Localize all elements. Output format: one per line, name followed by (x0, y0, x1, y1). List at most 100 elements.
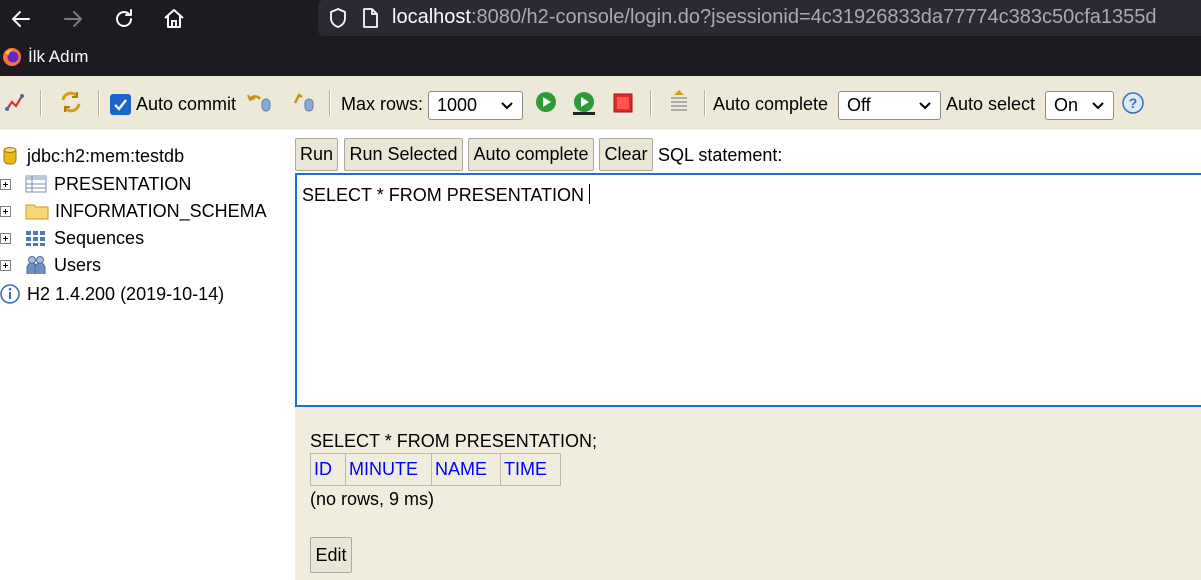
tree-item-label: Users (54, 254, 102, 275)
auto-complete-button[interactable]: Auto complete (468, 138, 594, 171)
tree-item-sequences[interactable]: Sequences (0, 225, 144, 251)
expand-icon[interactable] (0, 178, 11, 190)
sql-statement-label: SQL statement: (658, 145, 783, 165)
url-bar[interactable]: localhost:8080/h2-console/login.do?jsess… (318, 0, 1201, 36)
result-statement: SELECT * FROM PRESENTATION; (310, 431, 598, 451)
info-icon (0, 284, 20, 304)
refresh-icon (61, 91, 81, 113)
browser-navbar: localhost:8080/h2-console/login.do?jsess… (0, 0, 1201, 38)
run-selected-icon (573, 92, 595, 115)
refresh-button[interactable] (59, 90, 83, 114)
connection-label: jdbc:h2:mem:testdb (27, 145, 185, 166)
commit-icon (293, 93, 314, 112)
url-host: localhost (392, 6, 471, 28)
chevron-down-icon (501, 102, 513, 110)
back-button[interactable] (4, 2, 38, 36)
max-rows-label: Max rows: (341, 94, 424, 114)
expand-icon[interactable] (0, 259, 11, 271)
auto-select-select[interactable]: On (1045, 91, 1114, 120)
run-selected-query-button[interactable]: Run Selected (344, 138, 463, 171)
max-rows-value: 1000 (437, 95, 478, 115)
sequences-icon (26, 231, 45, 246)
toolbar-separator (40, 90, 42, 116)
help-button[interactable]: ? (1122, 92, 1144, 114)
object-tree: jdbc:h2:mem:testdb PRESENTATION INFORMAT… (0, 130, 295, 580)
tree-item-label: Sequences (54, 227, 145, 248)
auto-commit-label: Auto commit (136, 94, 237, 114)
auto-commit-toggle[interactable]: Auto commit (110, 94, 236, 115)
tree-connection[interactable]: jdbc:h2:mem:testdb (3, 143, 184, 169)
tree-item-users[interactable]: Users (0, 252, 101, 278)
edit-button[interactable]: Edit (310, 537, 352, 573)
commit-button[interactable] (292, 91, 318, 113)
sql-query-text: SELECT * FROM PRESENTATION (302, 185, 585, 205)
max-rows-group: Max rows: (341, 94, 423, 115)
tree-item-information-schema[interactable]: INFORMATION_SCHEMA (0, 198, 267, 224)
column-header-minute[interactable]: MINUTE (345, 453, 432, 486)
auto-commit-checkbox[interactable] (110, 94, 131, 115)
disconnect-button[interactable] (4, 91, 26, 113)
folder-icon (25, 204, 49, 220)
rollback-icon (247, 94, 271, 112)
reload-button[interactable] (107, 2, 141, 36)
table-icon (25, 175, 47, 193)
version-label: H2 1.4.200 (2019-10-14) (27, 283, 225, 304)
page-icon (363, 8, 378, 28)
query-toolbar: Run Run Selected Auto complete Clear SQL… (295, 130, 1201, 172)
tree-item-presentation[interactable]: PRESENTATION (0, 171, 191, 197)
history-button[interactable] (668, 88, 690, 116)
h2-toolbar: Auto commit Max rows: 1000 Auto complete… (0, 76, 1201, 130)
expand-icon[interactable] (0, 205, 11, 217)
sql-text: SELECT * FROM PRESENTATION (302, 184, 591, 206)
forward-button[interactable] (56, 2, 90, 36)
arrow-right-icon (64, 11, 82, 27)
clear-button[interactable]: Clear (599, 138, 653, 171)
stop-button[interactable] (613, 93, 633, 113)
column-header-name[interactable]: NAME (431, 453, 501, 486)
run-button[interactable] (535, 91, 557, 113)
users-icon (26, 256, 46, 274)
run-selected-button[interactable] (571, 90, 597, 116)
auto-select-label: Auto select (946, 94, 1036, 114)
expand-icon[interactable] (0, 232, 11, 244)
bookmark-ilk-adim[interactable]: İlk Adım (2, 47, 88, 67)
home-button[interactable] (157, 2, 191, 36)
auto-select-value: On (1054, 95, 1079, 115)
reload-icon (116, 9, 132, 27)
auto-complete-group: Auto complete (713, 94, 828, 115)
stop-icon (613, 93, 633, 113)
max-rows-select[interactable]: 1000 (428, 91, 523, 120)
database-icon (3, 147, 17, 165)
auto-select-group: Auto select (946, 94, 1035, 115)
rollback-button[interactable] (246, 91, 274, 113)
tree-version: H2 1.4.200 (2019-10-14) (0, 281, 224, 307)
result-panel: SELECT * FROM PRESENTATION; ID MINUTE NA… (295, 407, 1201, 580)
auto-complete-select[interactable]: Off (838, 91, 941, 120)
text-caret (589, 184, 591, 204)
help-icon: ? (1122, 92, 1144, 114)
checkmark-icon (114, 99, 127, 111)
tree-item-label: INFORMATION_SCHEMA (55, 200, 267, 221)
toolbar-separator (98, 90, 100, 116)
toolbar-separator (704, 90, 706, 116)
url-path: :8080/h2-console/login.do?jsessionid=4c3… (470, 6, 1157, 28)
result-header-row: ID MINUTE NAME TIME (310, 453, 561, 486)
shield-icon (330, 8, 346, 28)
tree-item-label: PRESENTATION (54, 173, 192, 194)
run-query-button[interactable]: Run (295, 138, 338, 171)
url-text[interactable]: localhost:8080/h2-console/login.do?jsess… (392, 6, 1157, 29)
result-meta: (no rows, 9 ms) (310, 489, 435, 509)
toolbar-separator (329, 90, 331, 116)
disconnect-icon (5, 94, 24, 111)
auto-complete-label: Auto complete (713, 94, 829, 114)
arrow-left-icon (12, 11, 30, 27)
toolbar-separator (650, 90, 652, 116)
column-header-time[interactable]: TIME (500, 453, 561, 486)
auto-complete-value: Off (847, 95, 871, 115)
sql-editor[interactable]: SELECT * FROM PRESENTATION (295, 173, 1201, 407)
column-header-id[interactable]: ID (310, 453, 346, 486)
history-icon (671, 90, 687, 111)
run-icon (536, 92, 556, 112)
result-table: ID MINUTE NAME TIME (310, 453, 561, 486)
bookmarks-bar: İlk Adım (0, 38, 1201, 76)
